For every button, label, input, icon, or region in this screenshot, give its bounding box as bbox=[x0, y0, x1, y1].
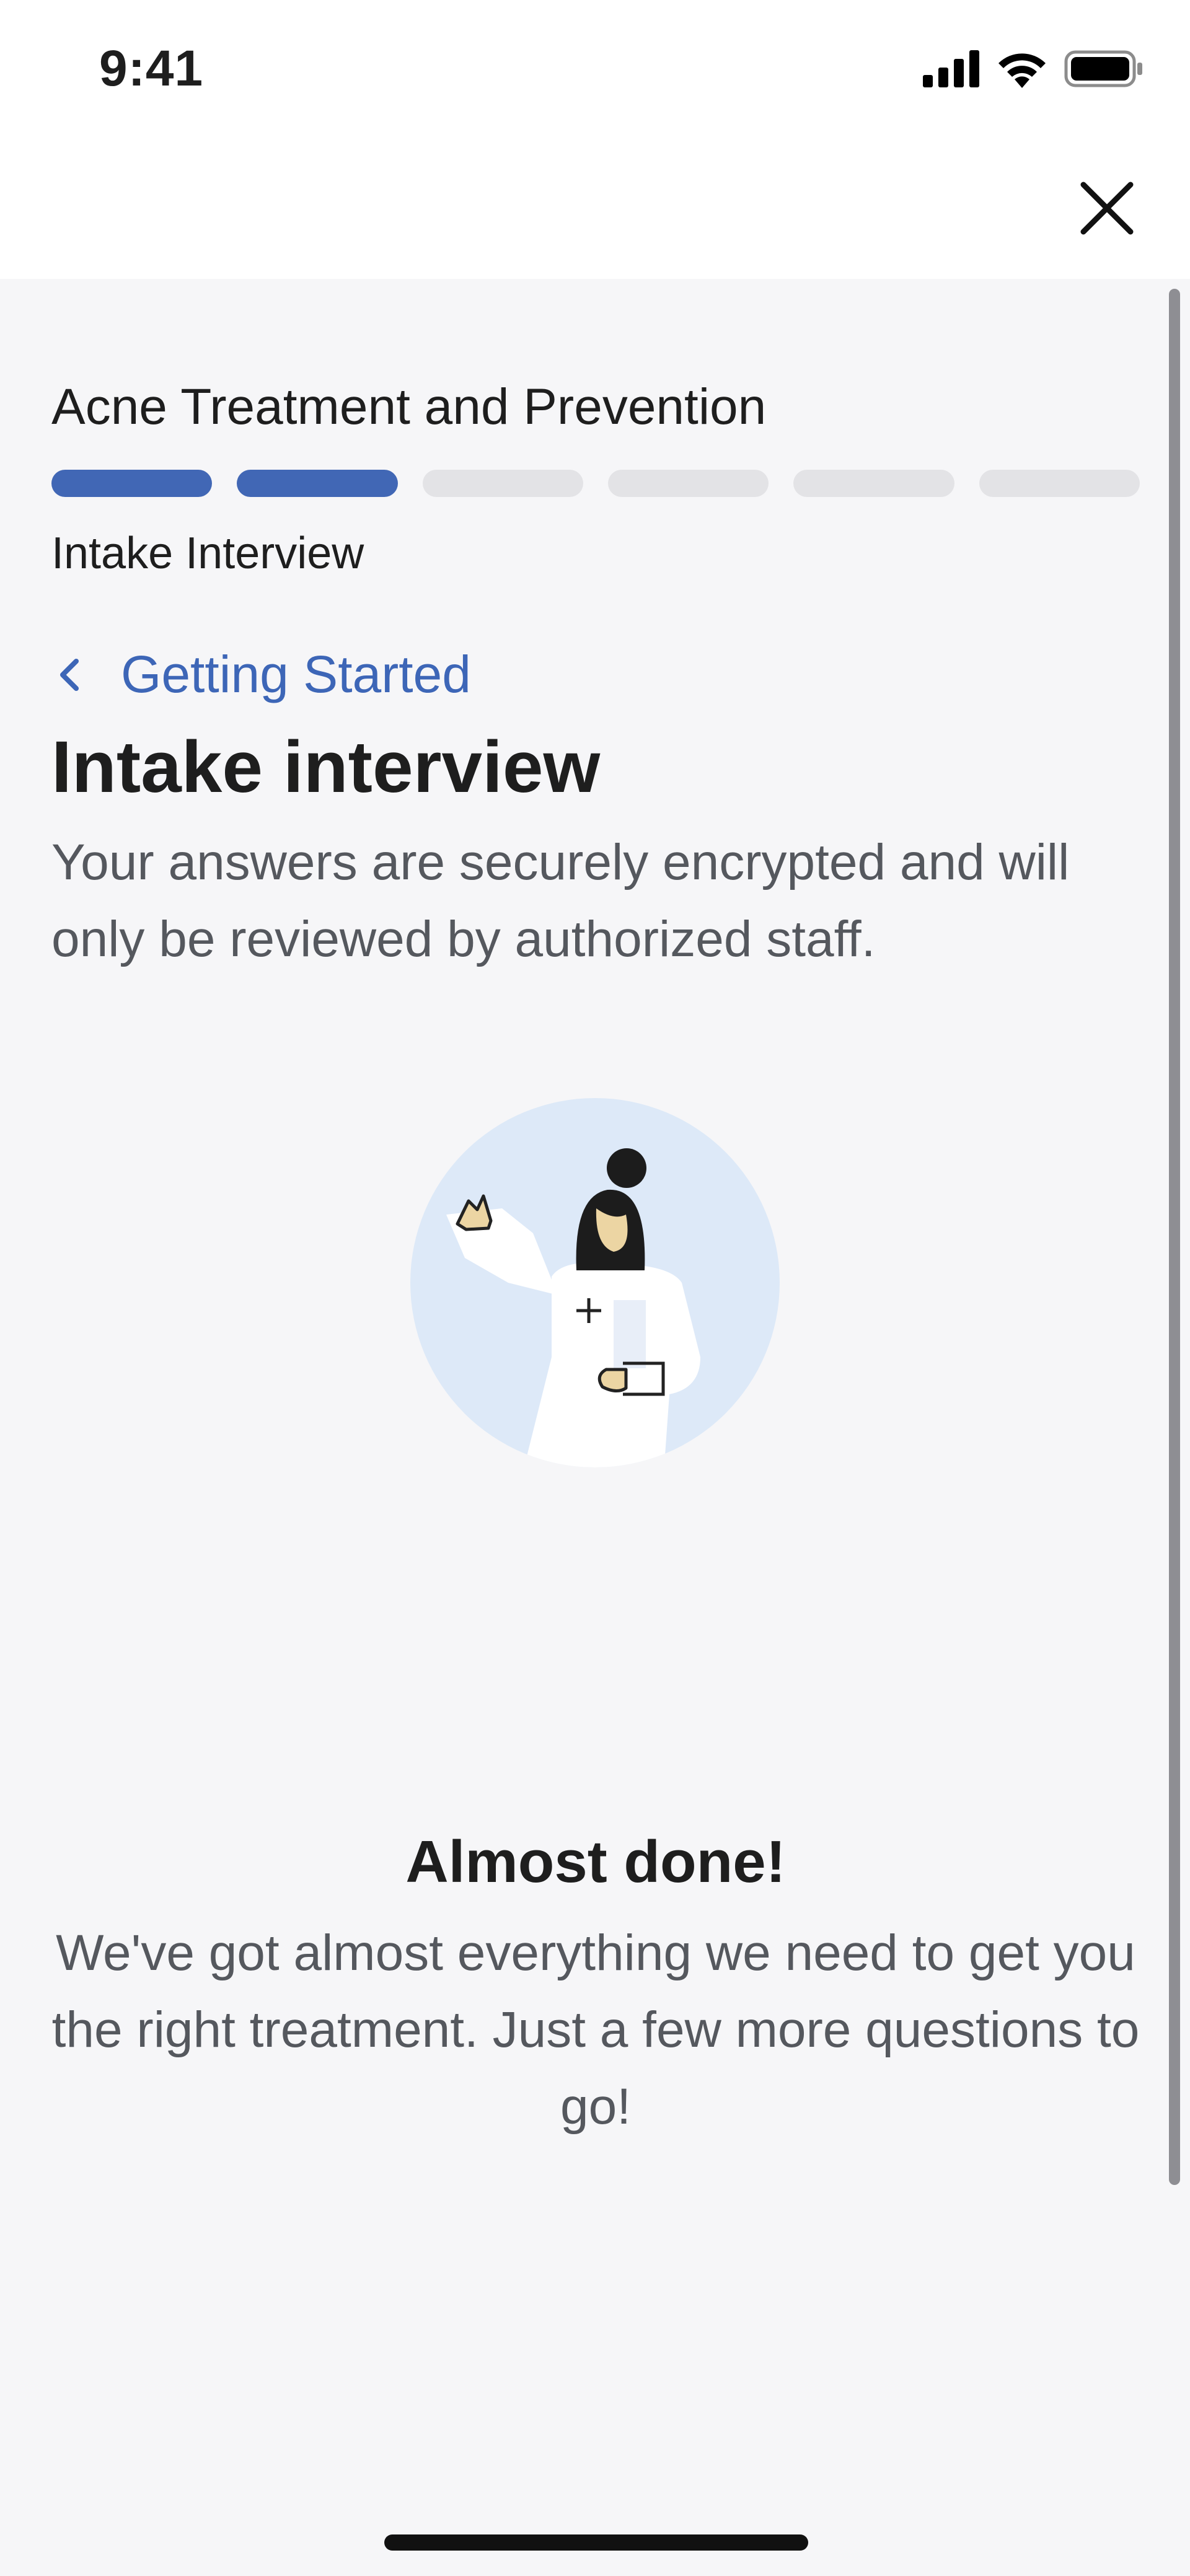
status-icons bbox=[923, 50, 1144, 88]
back-link-getting-started[interactable]: Getting Started bbox=[58, 644, 471, 705]
chevron-left-icon bbox=[60, 658, 79, 691]
back-link-label: Getting Started bbox=[121, 645, 471, 703]
battery-icon bbox=[1064, 50, 1142, 87]
progress-segment-pending bbox=[607, 470, 769, 497]
wifi-icon bbox=[998, 53, 1046, 88]
close-button[interactable] bbox=[1077, 178, 1137, 238]
progress-segment-pending bbox=[793, 470, 954, 497]
section-label: Intake Interview bbox=[51, 529, 364, 578]
progress-segment-complete bbox=[51, 470, 213, 497]
page-title: Intake interview bbox=[51, 726, 601, 808]
progress-bar bbox=[51, 470, 1140, 497]
progress-segment-pending bbox=[979, 470, 1140, 497]
home-indicator bbox=[384, 2534, 808, 2551]
doctor-waving-illustration bbox=[410, 1098, 780, 1467]
progress-segment-complete bbox=[237, 470, 398, 497]
progress-segment-pending bbox=[422, 470, 583, 497]
scrollbar[interactable] bbox=[1169, 289, 1180, 2185]
completion-message: We've got almost everything we need to g… bbox=[51, 1925, 1140, 2135]
page-description: Your answers are securely encrypted and … bbox=[51, 834, 1070, 967]
course-title: Acne Treatment and Prevention bbox=[51, 379, 767, 435]
completion-title: Almost done! bbox=[405, 1829, 786, 1895]
close-icon bbox=[1080, 182, 1134, 235]
status-time: 9:41 bbox=[99, 40, 204, 97]
top-bar: 9:41 bbox=[0, 0, 1190, 279]
cellular-signal-icon bbox=[923, 50, 979, 87]
